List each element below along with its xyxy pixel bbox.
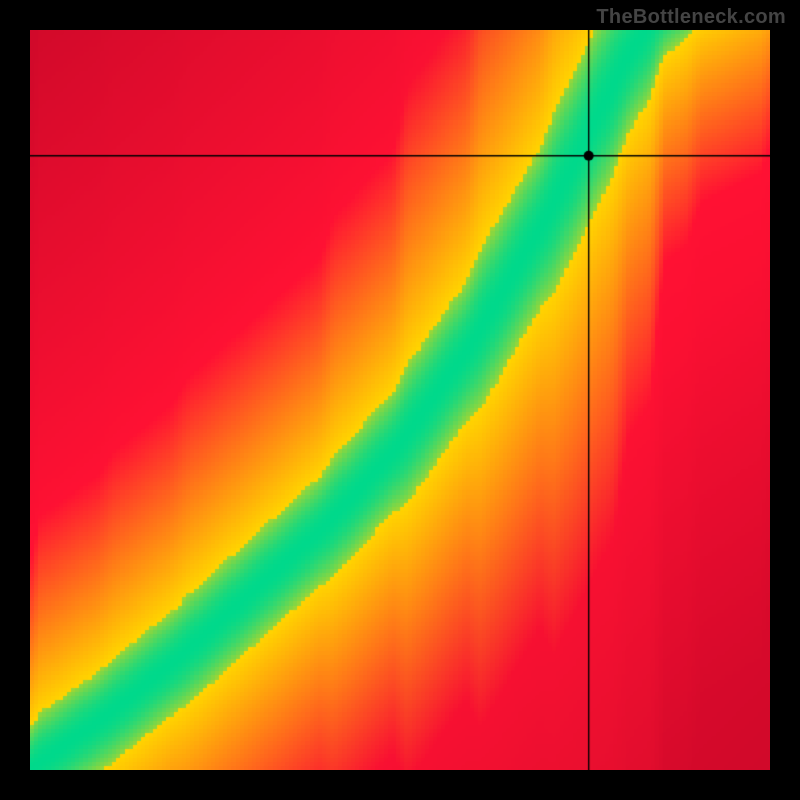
figure-root: TheBottleneck.com xyxy=(0,0,800,800)
heatmap-plot xyxy=(30,30,770,770)
heatmap-canvas xyxy=(30,30,770,770)
watermark-label: TheBottleneck.com xyxy=(596,6,786,29)
